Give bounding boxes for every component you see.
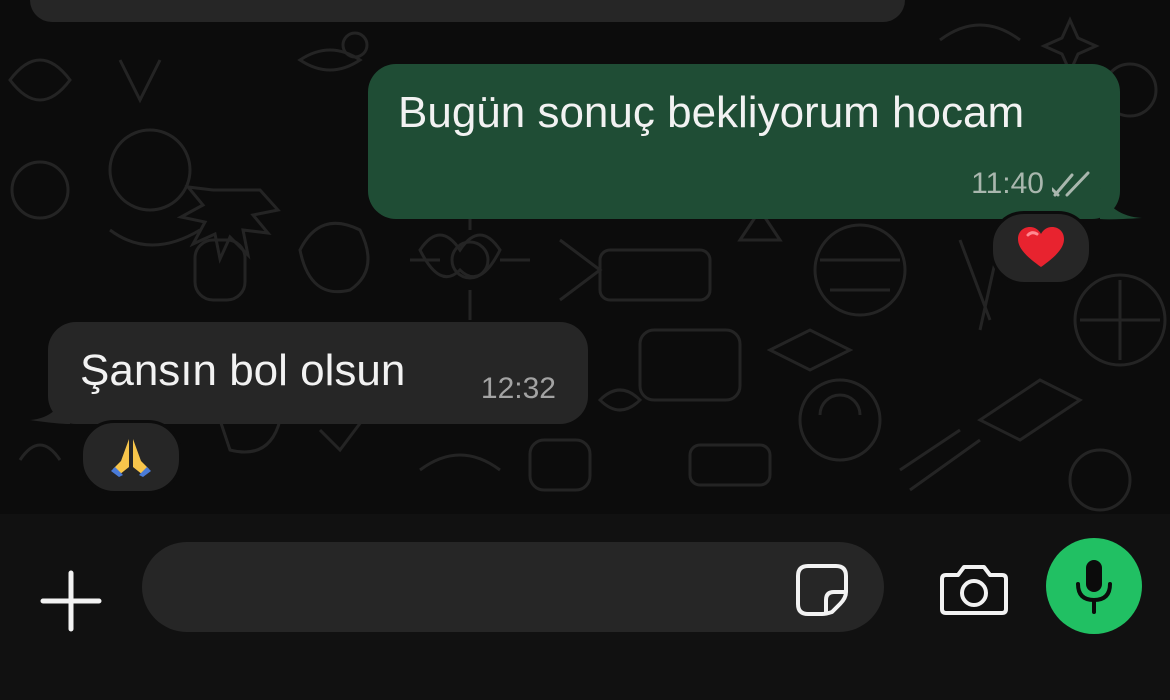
message-input[interactable] (142, 542, 884, 632)
camera-icon (940, 565, 1008, 615)
message-meta: 11:40 (971, 167, 1092, 201)
sticker-button[interactable] (790, 558, 854, 622)
praying-hands-icon (111, 439, 151, 477)
heart-icon (1018, 227, 1064, 267)
sticker-icon (796, 564, 848, 616)
camera-button[interactable] (934, 554, 1014, 624)
microphone-icon (1076, 560, 1112, 614)
outgoing-message-bubble[interactable]: Bugün sonuç bekliyorum hocam 11:40 (368, 64, 1120, 219)
incoming-bubble-tail (30, 384, 70, 424)
message-time: 12:32 (480, 372, 556, 405)
incoming-message-bubble[interactable]: Şansın bol olsun 12:32 (48, 322, 588, 424)
reaction-badge-pray[interactable] (80, 420, 182, 494)
chat-screen: Bugün sonuç bekliyorum hocam 11:40 Şansı… (0, 0, 1170, 700)
outgoing-bubble-tail (1100, 188, 1142, 220)
message-list[interactable]: Bugün sonuç bekliyorum hocam 11:40 Şansı… (0, 0, 1170, 514)
double-check-icon (1052, 171, 1090, 197)
composer-bar (0, 514, 1170, 700)
message-text: Şansın bol olsun (80, 346, 406, 395)
attach-button[interactable] (34, 564, 108, 638)
message-time: 11:40 (971, 167, 1044, 200)
reaction-badge-heart[interactable] (990, 211, 1092, 285)
previous-message-bubble (30, 0, 905, 22)
message-text: Bugün sonuç bekliyorum hocam (398, 88, 1025, 137)
voice-record-button[interactable] (1046, 538, 1142, 634)
plus-icon (40, 570, 102, 632)
